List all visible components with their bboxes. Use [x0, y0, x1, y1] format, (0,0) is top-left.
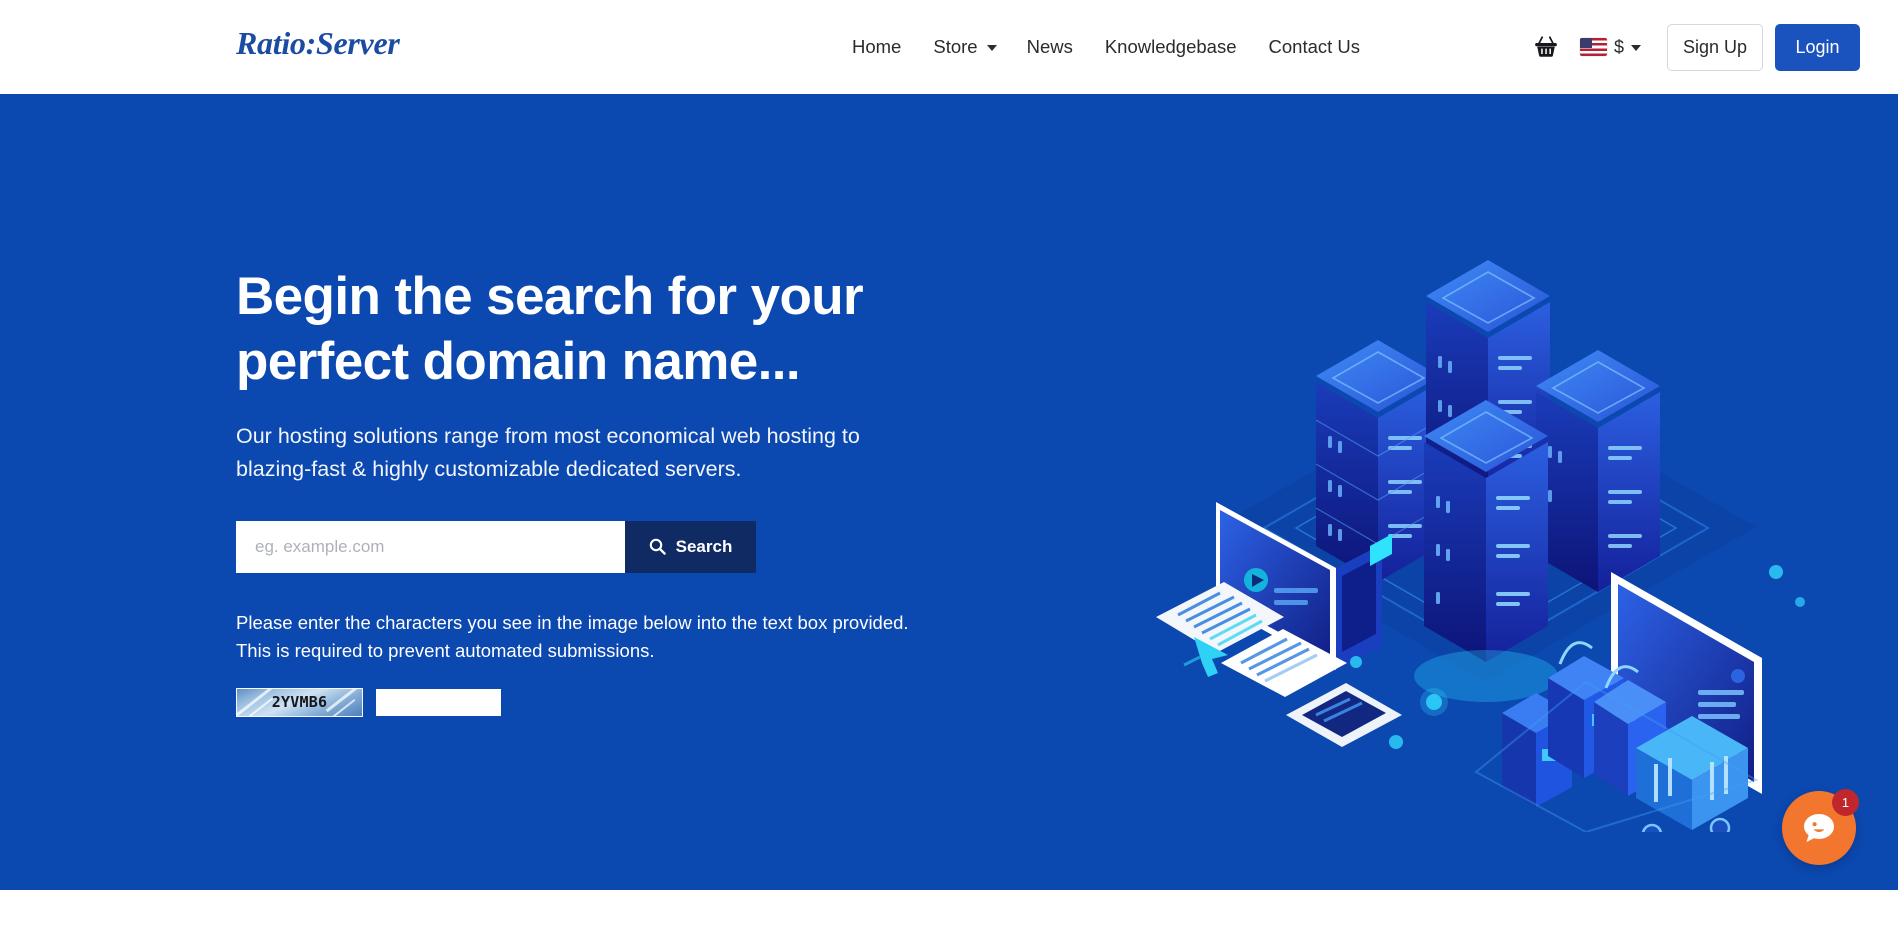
nav-label-store: Store	[933, 36, 978, 57]
nav-label-knowledgebase: Knowledgebase	[1104, 36, 1237, 57]
nav-item-news[interactable]: News	[1011, 33, 1089, 61]
hero-illustration: %	[1116, 142, 1856, 845]
currency-symbol: $	[1613, 36, 1624, 57]
captcha-row: 2YVMB6	[236, 687, 936, 717]
search-button-label: Search	[675, 536, 733, 556]
login-button[interactable]: Login	[1775, 23, 1860, 71]
shopping-basket-icon[interactable]	[1534, 36, 1558, 58]
sign-up-button[interactable]: Sign Up	[1667, 23, 1763, 71]
captcha-input[interactable]	[376, 688, 501, 716]
hero-content: Begin the search for your perfect domain…	[236, 264, 936, 717]
domain-search-button[interactable]: Search	[625, 520, 756, 573]
us-flag-icon	[1579, 38, 1607, 56]
page-footer-area	[0, 890, 1898, 941]
nav-item-contact-us[interactable]: Contact Us	[1253, 33, 1377, 61]
hero-subtitle: Our hosting solutions range from most ec…	[236, 424, 860, 482]
domain-search-input[interactable]	[236, 520, 625, 573]
site-logo[interactable]: Ratio:Server	[236, 25, 400, 62]
hero-section: Begin the search for your perfect domain…	[0, 94, 1898, 890]
currency-selector[interactable]: $	[1579, 36, 1641, 58]
nav-label-home: Home	[852, 36, 902, 57]
captcha-code: 2YVMB6	[271, 693, 328, 712]
chevron-down-icon	[1631, 45, 1641, 51]
nav-item-store[interactable]: Store	[917, 33, 1010, 61]
header-actions: $ Sign Up Login	[1534, 0, 1898, 94]
chat-widget[interactable]: 1	[1782, 789, 1859, 865]
nav-item-knowledgebase[interactable]: Knowledgebase	[1089, 33, 1253, 61]
nav-label-contact-us: Contact Us	[1268, 36, 1361, 57]
page-title: Begin the search for your perfect domain…	[236, 267, 864, 392]
captcha-image: 2YVMB6	[236, 687, 363, 717]
domain-search-form: Search	[236, 520, 756, 573]
chat-unread-badge: 1	[1832, 789, 1859, 816]
main-navigation: Home Store News Knowledgebase Contact Us	[836, 33, 1376, 61]
search-icon	[649, 538, 666, 555]
captcha-instructions: Please enter the characters you see in t…	[236, 611, 909, 662]
nav-label-news: News	[1026, 36, 1073, 57]
nav-item-home[interactable]: Home	[836, 33, 917, 61]
chevron-down-icon	[986, 45, 997, 51]
site-header: Ratio:Server Home Store News Knowledgeba…	[0, 0, 1898, 94]
